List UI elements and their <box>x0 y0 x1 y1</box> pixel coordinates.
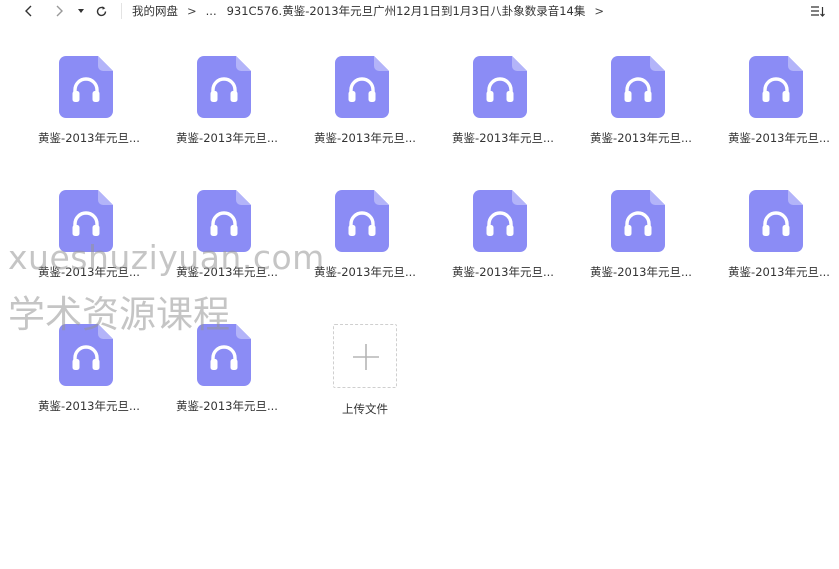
file-name: 黄鉴-2013年元旦... <box>728 265 830 279</box>
audio-file-icon <box>59 190 113 252</box>
file-name: 黄鉴-2013年元旦... <box>38 265 140 279</box>
file-item[interactable]: 黄鉴-2013年元旦... <box>162 52 292 162</box>
chevron-left-icon <box>25 5 32 17</box>
back-button[interactable] <box>18 0 40 22</box>
plus-icon <box>353 344 379 370</box>
file-item[interactable]: 黄鉴-2013年元旦... <box>24 52 154 162</box>
refresh-button[interactable] <box>90 0 112 22</box>
file-name: 黄鉴-2013年元旦... <box>38 399 140 413</box>
file-item[interactable]: 黄鉴-2013年元旦... <box>24 186 154 296</box>
history-dropdown-button[interactable] <box>70 0 92 22</box>
caret-down-icon <box>78 9 84 13</box>
file-item[interactable]: 黄鉴-2013年元旦... <box>24 320 154 430</box>
audio-file-icon <box>611 56 665 118</box>
chevron-right-icon <box>56 5 63 17</box>
file-name: 黄鉴-2013年元旦... <box>176 265 278 279</box>
upload-label: 上传文件 <box>342 402 388 416</box>
forward-button[interactable] <box>48 0 70 22</box>
file-item[interactable]: 黄鉴-2013年元旦... <box>714 186 839 296</box>
file-name: 黄鉴-2013年元旦... <box>452 131 554 145</box>
file-item[interactable]: 黄鉴-2013年元旦... <box>438 186 568 296</box>
file-item[interactable]: 黄鉴-2013年元旦... <box>162 320 292 430</box>
audio-file-icon <box>749 56 803 118</box>
file-name: 黄鉴-2013年元旦... <box>590 265 692 279</box>
sort-icon <box>811 5 825 17</box>
file-item[interactable]: 黄鉴-2013年元旦... <box>162 186 292 296</box>
file-item[interactable]: 黄鉴-2013年元旦... <box>576 52 706 162</box>
file-item[interactable]: 黄鉴-2013年元旦... <box>714 52 839 162</box>
audio-file-icon <box>335 190 389 252</box>
audio-file-icon <box>611 190 665 252</box>
file-item[interactable]: 黄鉴-2013年元旦... <box>438 52 568 162</box>
toolbar: 我的网盘 > ... 931C576.黄鉴-2013年元旦广州12月1日到1月3… <box>0 0 839 22</box>
breadcrumb-root[interactable]: 我的网盘 <box>132 3 178 19</box>
upload-button[interactable] <box>333 324 397 388</box>
file-item[interactable]: 黄鉴-2013年元旦... <box>300 186 430 296</box>
audio-file-icon <box>473 56 527 118</box>
audio-file-icon <box>59 56 113 118</box>
breadcrumb-trailing-separator[interactable]: > <box>594 4 604 18</box>
audio-file-icon <box>473 190 527 252</box>
audio-file-icon <box>197 190 251 252</box>
refresh-icon <box>96 5 106 16</box>
breadcrumb: 我的网盘 > ... 931C576.黄鉴-2013年元旦广州12月1日到1月3… <box>132 0 613 22</box>
file-name: 黄鉴-2013年元旦... <box>38 131 140 145</box>
file-name: 黄鉴-2013年元旦... <box>590 131 692 145</box>
breadcrumb-ellipsis[interactable]: ... <box>206 4 217 18</box>
file-name: 黄鉴-2013年元旦... <box>314 265 416 279</box>
toolbar-divider <box>121 3 122 19</box>
breadcrumb-separator: > <box>187 4 197 18</box>
file-name: 黄鉴-2013年元旦... <box>176 131 278 145</box>
file-name: 黄鉴-2013年元旦... <box>314 131 416 145</box>
audio-file-icon <box>197 324 251 386</box>
file-item[interactable]: 黄鉴-2013年元旦... <box>576 186 706 296</box>
sort-button[interactable] <box>807 0 829 22</box>
breadcrumb-current-folder[interactable]: 931C576.黄鉴-2013年元旦广州12月1日到1月3日八卦象数录音14集 <box>227 3 586 19</box>
file-name: 黄鉴-2013年元旦... <box>176 399 278 413</box>
audio-file-icon <box>749 190 803 252</box>
file-name: 黄鉴-2013年元旦... <box>452 265 554 279</box>
file-item[interactable]: 黄鉴-2013年元旦... <box>300 52 430 162</box>
file-name: 黄鉴-2013年元旦... <box>728 131 830 145</box>
audio-file-icon <box>335 56 389 118</box>
audio-file-icon <box>59 324 113 386</box>
audio-file-icon <box>197 56 251 118</box>
